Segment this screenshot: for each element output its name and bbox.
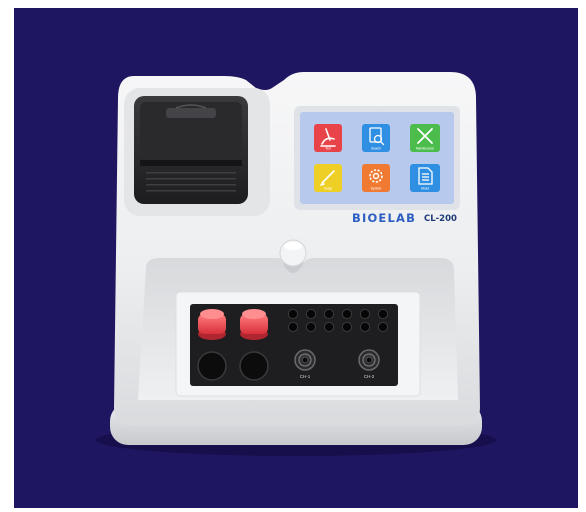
app-label-test: Test: [325, 147, 331, 151]
app-tile-setup[interactable]: Setup: [314, 164, 342, 192]
app-tile-system[interactable]: System: [362, 164, 390, 192]
small-well[interactable]: [341, 321, 353, 333]
small-well[interactable]: [341, 308, 353, 320]
app-label-system: System: [371, 187, 382, 191]
small-well[interactable]: [377, 308, 389, 320]
app-label-maintenance: Maintenance: [416, 147, 434, 151]
analyzer-scene: Test Search Maintenance Setup System Abo…: [96, 72, 496, 456]
small-well[interactable]: [359, 321, 371, 333]
app-tile-test[interactable]: Test: [314, 124, 342, 152]
app-tile-about[interactable]: About: [410, 164, 440, 192]
app-label-setup: Setup: [324, 187, 333, 191]
model-number: CL-200: [424, 214, 457, 224]
channel-port-1[interactable]: [294, 349, 316, 371]
small-well[interactable]: [323, 308, 335, 320]
small-well[interactable]: [377, 321, 389, 333]
app-tile-search[interactable]: Search: [362, 124, 390, 152]
cuvette-well-1[interactable]: [197, 351, 227, 381]
channel-label-2: CH-2: [364, 374, 375, 379]
channel-label-1: CH-1: [300, 374, 311, 379]
paper-slot: [140, 160, 242, 166]
small-well[interactable]: [287, 321, 299, 333]
red-cap-2[interactable]: [240, 309, 268, 340]
backdrop: Test Search Maintenance Setup System Abo…: [14, 8, 578, 508]
small-well[interactable]: [287, 308, 299, 320]
knob-highlight: [284, 242, 302, 250]
app-tile-maintenance[interactable]: Maintenance: [410, 124, 440, 152]
small-well[interactable]: [305, 308, 317, 320]
printer-latch[interactable]: [166, 108, 216, 118]
cuvette-well-2[interactable]: [239, 351, 269, 381]
small-well[interactable]: [305, 321, 317, 333]
app-label-search: Search: [371, 147, 381, 151]
small-well[interactable]: [323, 321, 335, 333]
small-well[interactable]: [359, 308, 371, 320]
brand-logo: BIOELAB: [352, 211, 416, 225]
channel-port-2[interactable]: [358, 349, 380, 371]
red-cap-1[interactable]: [198, 309, 226, 340]
app-label-about: About: [421, 187, 429, 191]
